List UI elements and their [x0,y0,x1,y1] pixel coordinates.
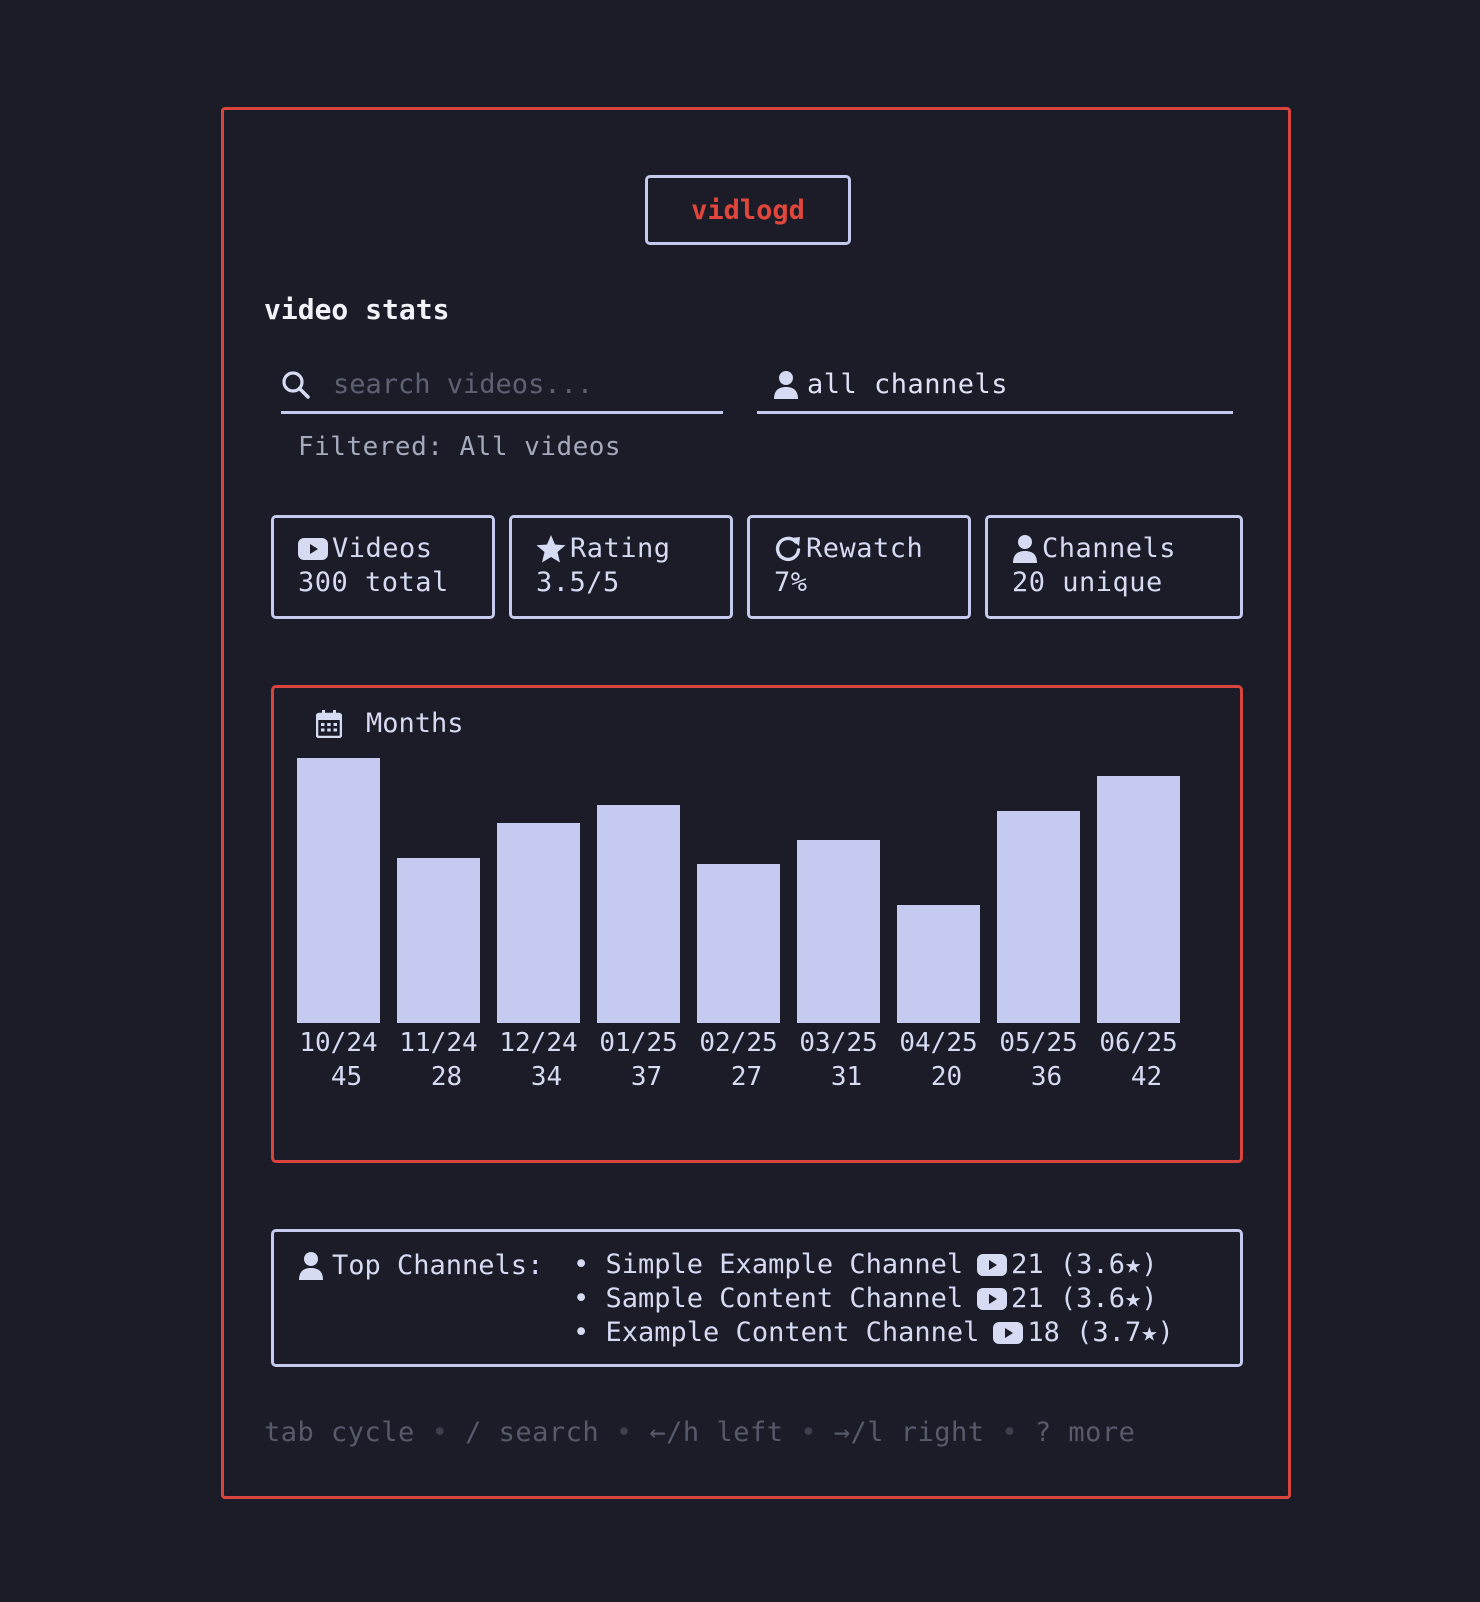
chart-bars: 10/24 45 11/24 28 12/24 34 01/25 37 02/25 27 03/25… [274,688,1240,1160]
stat-card-channels: Channels 20 unique [985,515,1243,619]
stat-label: Rating [570,533,671,564]
search-input[interactable] [333,369,693,400]
channel-name: Example Content Channel [605,1317,980,1348]
chart-value-label: 37 [630,1062,663,1092]
chart-bar-06-25 [1097,776,1180,1023]
search-icon [282,370,310,399]
chart-bar-05-25 [997,811,1080,1023]
keyboard-hint: tab cycle [264,1417,415,1448]
stat-label: Rewatch [806,533,924,564]
top-channels-panel: Top Channels: • Simple Example Channel 21… [271,1229,1243,1367]
keyboard-hints: tab cycle • / search • ←/h left • →/l ri… [264,1417,1135,1448]
chart-value-label: 27 [730,1062,763,1092]
chart-category-label: 03/25 [799,1028,878,1058]
stat-value: 3.5/5 [536,567,620,598]
stat-value: 300 total [298,567,449,598]
chart-category-label: 02/25 [699,1028,778,1058]
chart-value-label: 28 [430,1062,463,1092]
user-icon [1013,535,1037,563]
keyboard-hint: →/l right [833,1417,985,1448]
top-channels-heading: Top Channels: [298,1250,543,1281]
chart-bar-11-24 [397,858,480,1023]
channel-filter[interactable]: all channels [757,358,1233,414]
list-item: • Simple Example Channel 21 (3.6★) [573,1248,1174,1282]
chart-category-label: 10/24 [299,1028,378,1058]
chart-bar-03-25 [797,840,880,1023]
months-chart: Months 10/24 45 11/24 28 12/24 34 01/25 37 02/25… [271,685,1243,1163]
chart-category-label: 05/25 [999,1028,1078,1058]
list-bullet: • [573,1317,606,1348]
list-bullet: • [573,1283,606,1314]
page-title: video stats [264,293,450,326]
video-icon [298,538,328,560]
keyboard-hint: ←/h left [649,1417,784,1448]
keyboard-hint: ? more [1034,1417,1136,1448]
top-channels-label: Top Channels: [332,1250,544,1281]
channel-video-count: 21 [1011,1283,1060,1314]
app-title: vidlogd [645,175,851,245]
top-channels-list: • Simple Example Channel 21 (3.6★) • Sampl… [573,1248,1174,1350]
chart-category-label: 11/24 [399,1028,478,1058]
channel-filter-label: all channels [807,369,1009,400]
stat-label: Channels [1042,533,1177,564]
chart-category-label: 04/25 [899,1028,978,1058]
chart-category-label: 01/25 [599,1028,678,1058]
search-field[interactable] [281,358,723,414]
list-item: • Sample Content Channel 21 (3.6★) [573,1282,1174,1316]
channel-name: Simple Example Channel [605,1249,964,1280]
channel-rating: (3.6★) [1059,1249,1158,1280]
stat-card-rating: Rating 3.5/5 [509,515,733,619]
video-icon [977,1288,1008,1310]
stat-card-rewatch: Rewatch 7% [747,515,971,619]
stat-label: Videos [332,533,433,564]
hint-separator: • [984,1417,1035,1448]
list-bullet: • [573,1249,606,1280]
chart-category-label: 12/24 [499,1028,578,1058]
chart-value-label: 36 [1030,1062,1063,1092]
video-icon [977,1254,1008,1276]
star-icon [536,535,566,563]
chart-bar-12-24 [497,823,580,1023]
chart-bar-10-24 [297,758,380,1023]
stat-value: 20 unique [1012,567,1163,598]
hint-separator: • [599,1417,650,1448]
chart-value-label: 45 [330,1062,363,1092]
user-icon [299,1251,323,1280]
stat-value: 7% [774,567,808,598]
user-icon [774,370,798,399]
channel-name: Sample Content Channel [605,1283,964,1314]
channel-rating: (3.6★) [1059,1283,1158,1314]
chart-value-label: 42 [1130,1062,1163,1092]
channel-rating: (3.7★) [1076,1317,1174,1348]
chart-value-label: 20 [930,1062,963,1092]
channel-video-count: 21 [1011,1249,1060,1280]
chart-bar-02-25 [697,864,780,1023]
hint-separator: • [783,1417,834,1448]
stat-card-videos: Videos 300 total [271,515,495,619]
list-item: • Example Content Channel 18 (3.7★) [573,1316,1174,1350]
video-icon [993,1322,1024,1344]
keyboard-hint: / search [465,1417,600,1448]
refresh-icon [775,536,801,562]
chart-bar-04-25 [897,905,980,1023]
chart-value-label: 34 [530,1062,563,1092]
filter-status: Filtered: All videos [298,432,622,462]
chart-bar-01-25 [597,805,680,1023]
chart-value-label: 31 [830,1062,863,1092]
channel-video-count: 18 [1027,1317,1077,1348]
chart-category-label: 06/25 [1099,1028,1178,1058]
hint-separator: • [414,1417,466,1448]
